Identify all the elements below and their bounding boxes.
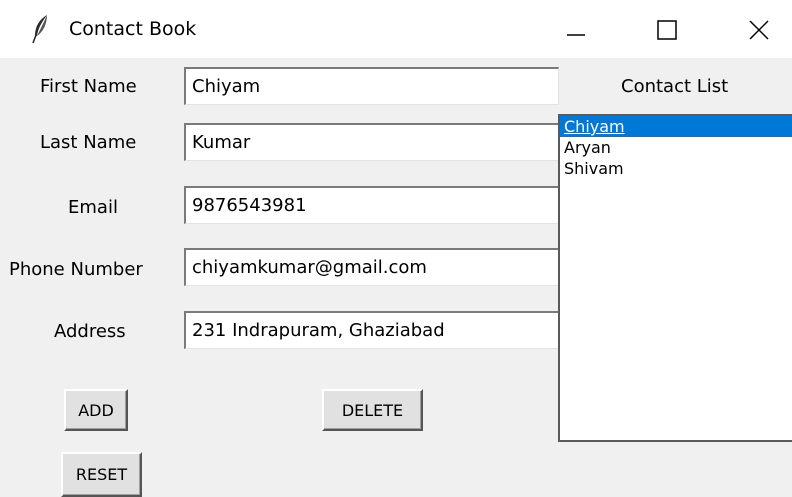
maximize-button[interactable] [641,0,703,58]
address-input[interactable] [184,311,559,349]
contact-listbox[interactable]: Chiyam Aryan Shivam [558,114,792,442]
first-name-input[interactable] [184,67,559,105]
contact-book-window: Contact Book First Name Last Name Email … [0,0,792,497]
delete-button[interactable]: DELETE [322,389,423,431]
feather-icon [32,14,50,44]
title-bar[interactable]: Contact Book [0,0,792,58]
list-item[interactable]: Shivam [560,158,792,179]
address-label: Address [54,321,126,342]
reset-button[interactable]: RESET [61,452,142,497]
first-name-label: First Name [40,76,137,97]
list-item[interactable]: Aryan [560,137,792,158]
minimize-button[interactable] [552,0,614,58]
contact-list-title: Contact List [621,76,729,97]
phone-number-label: Phone Number [9,259,143,280]
email-input[interactable] [184,186,559,224]
last-name-label: Last Name [40,132,137,153]
email-label: Email [68,197,118,218]
last-name-input[interactable] [184,123,559,161]
list-item[interactable]: Chiyam [560,116,792,137]
phone-number-input[interactable] [184,248,559,286]
close-button[interactable] [730,0,792,58]
window-title: Contact Book [69,18,197,40]
add-button[interactable]: ADD [64,389,128,431]
